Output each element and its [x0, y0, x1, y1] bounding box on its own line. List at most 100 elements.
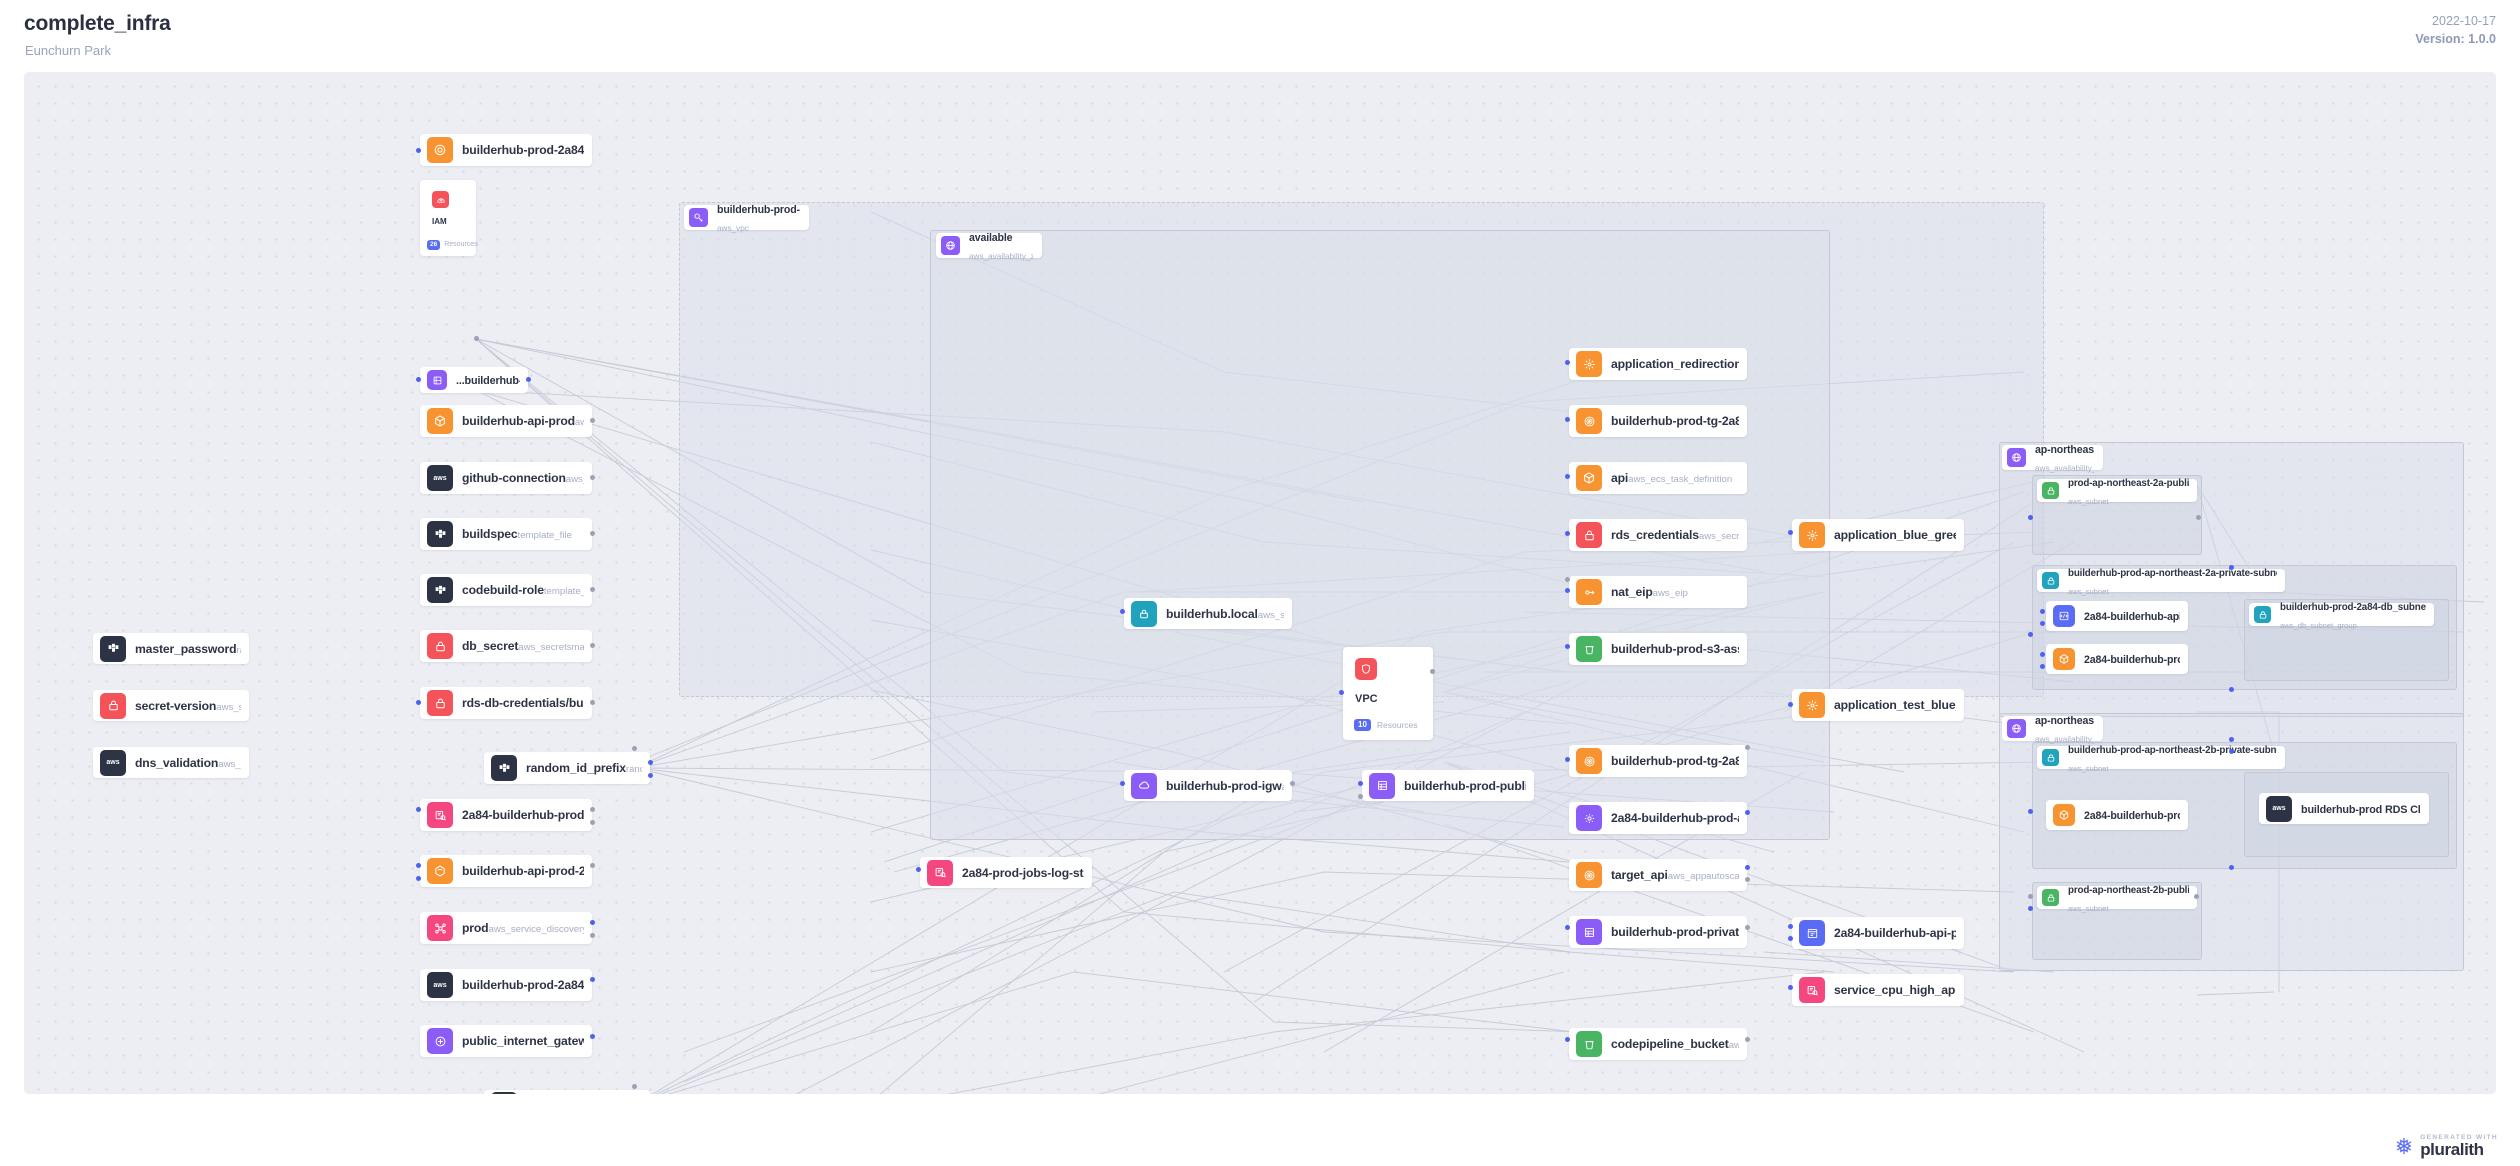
node-alb-listener-blue-green[interactable]: application_blue_greenaws_alb_listener [1792, 519, 1964, 551]
edge-port[interactable] [1745, 877, 1750, 882]
edge-port[interactable] [1430, 669, 1435, 674]
edge-port[interactable] [1120, 781, 1125, 786]
edge-port[interactable] [590, 587, 595, 592]
edge-port[interactable] [916, 867, 921, 872]
edge-port[interactable] [1120, 609, 1125, 614]
edge-port[interactable] [2028, 515, 2033, 520]
edge-port[interactable] [1358, 794, 1363, 799]
edge-port[interactable] [590, 863, 595, 868]
group-chip-ap-northeast-2a[interactable]: ap-northeast-2a aws_availability_zone [2002, 445, 2103, 470]
node-db-secret[interactable]: db_secretaws_secretsmanager_secret_versi… [420, 630, 592, 662]
node-buildspec[interactable]: buildspectemplate_file [420, 518, 592, 550]
edge-port[interactable] [1788, 702, 1793, 707]
node-github-connection[interactable]: aws github-connectionaws_codestarconnect… [420, 462, 592, 494]
edge-port[interactable] [2229, 687, 2234, 692]
node-ecs-cluster[interactable]: builderhub-api-prodaws_ecs_cluster [420, 405, 592, 437]
node-appautoscaling-target[interactable]: target_apiaws_appautoscaling_target [1569, 859, 1747, 891]
node-alb[interactable]: aws builderhub-prod-2a84-al...aws_alb [420, 969, 592, 1001]
edge-port[interactable] [1565, 417, 1570, 422]
edge-port[interactable] [590, 1034, 595, 1039]
node-alb-listener-test-blue-green[interactable]: application_test_blue_g...aws_alb_listen… [1792, 689, 1964, 721]
node-rds-cluster-parameter-group[interactable]: builderhub-prod-2a84-rd...aws_rds_cluste… [420, 134, 592, 166]
edge-port[interactable] [590, 933, 595, 938]
edge-port[interactable] [1788, 530, 1793, 535]
group-chip-ap-northeast-2b[interactable]: ap-northeast-2b aws_availability_zone [2002, 716, 2103, 741]
edge-port[interactable] [2194, 894, 2199, 899]
edge-port[interactable] [1745, 925, 1750, 930]
edge-port[interactable] [416, 876, 421, 881]
edge-port[interactable] [416, 807, 421, 812]
node-public-route-table[interactable]: builderhub-prod-public-...aws_route_tabl… [1362, 770, 1534, 801]
node-internet-gateway[interactable]: builderhub-prod-igwaws_internet_gateway [1124, 770, 1292, 801]
group-chip-db-subnet-group[interactable]: builderhub-prod-2a84-db_subnet_group aws… [2249, 603, 2434, 626]
edge-port[interactable] [1565, 474, 1570, 479]
edge-port[interactable] [526, 377, 531, 382]
node-rds-credentials[interactable]: rds_credentialsaws_secretsmanager_secret… [1569, 519, 1747, 551]
edge-port[interactable] [1745, 745, 1750, 750]
group-chip-2b-private-subnet[interactable]: builderhub-prod-ap-northeast-2b-private-… [2037, 746, 2285, 769]
edge-port[interactable] [2229, 565, 2234, 570]
node-public-internet-gateway-route[interactable]: public_internet_gatewayaws_route [420, 1025, 592, 1057]
edge-port[interactable] [648, 760, 653, 765]
node-secret-version[interactable]: secret-versionaws_secretsmanager_secret_… [93, 690, 249, 721]
group-chip-available[interactable]: available aws_availability_zones [936, 233, 1042, 258]
node-rds-db-credentials[interactable]: rds-db-credentials/buil...aws_secretsman… [420, 687, 592, 719]
node-cloudwatch-log-group[interactable]: 2a84-builderhub-prodaws_cloudwatch_log_g… [420, 799, 592, 831]
edge-port[interactable] [590, 418, 595, 423]
node-rds-cluster[interactable]: aws builderhub-prod RDS Clu...aws_rds_cl… [2259, 793, 2429, 824]
node-nat-gateway[interactable]: ...builderhub-nataws_nat_gateway [420, 367, 528, 393]
edge-port[interactable] [590, 977, 595, 982]
edge-port[interactable] [416, 863, 421, 868]
edge-port[interactable] [2028, 632, 2033, 637]
edge-port[interactable] [1565, 925, 1570, 930]
edge-port[interactable] [1788, 985, 1793, 990]
edge-port[interactable] [1565, 577, 1570, 582]
node-codedeploy-app[interactable]: 2a84-builderhub-prod-ap...aws_codedeploy… [1569, 802, 1747, 834]
edge-port[interactable] [1745, 810, 1750, 815]
summary-card-iam[interactable]: IAM 26 Resources [420, 180, 476, 256]
node-dns-validation[interactable]: aws dns_validationaws_acm_certificate_va… [93, 747, 249, 778]
node-codepipeline[interactable]: 2a84-builderhub-api-pip...aws_codepipeli… [1792, 917, 1964, 949]
node-random-id-prefix[interactable]: random_id_prefixrandom_id [484, 752, 650, 784]
edge-port[interactable] [2040, 609, 2045, 614]
edge-port[interactable] [2028, 894, 2033, 899]
edge-port[interactable] [1565, 360, 1570, 365]
edge-port[interactable] [2040, 664, 2045, 669]
node-master-password[interactable]: master_passwordrandom_password [93, 633, 249, 664]
edge-port[interactable] [2040, 652, 2045, 657]
node-s3-bucket-assets[interactable]: builderhub-prod-s3-asse...aws_s3_bucket [1569, 633, 1747, 665]
edge-port[interactable] [1565, 588, 1570, 593]
node-ecs-task-definition[interactable]: apiaws_ecs_task_definition [1569, 462, 1747, 494]
edge-port[interactable] [2229, 737, 2234, 742]
edge-port[interactable] [416, 377, 421, 382]
node-cloudwatch-log-stream[interactable]: 2a84-prod-jobs-log-stre...aws_cloudwatch… [920, 857, 1092, 888]
edge-port[interactable] [1745, 865, 1750, 870]
edge-port[interactable] [1339, 690, 1344, 695]
edge-port[interactable] [2028, 906, 2033, 911]
node-ecs-service-2b[interactable]: 2a84-builderhub-prod-ap...aws_ecs_servic… [2046, 800, 2188, 830]
node-service-discovery-service[interactable]: prodaws_service_discovery_service [420, 912, 592, 944]
edge-port[interactable] [2040, 621, 2045, 626]
edge-port[interactable] [2229, 749, 2234, 754]
edge-port[interactable] [1565, 1037, 1570, 1042]
node-alb-target-group-2[interactable]: builderhub-prod-tg-2a84...aws_alb_target… [1569, 745, 1747, 777]
edge-port[interactable] [416, 700, 421, 705]
edge-port[interactable] [416, 148, 421, 153]
edge-port[interactable] [1290, 781, 1295, 786]
node-alb-target-group-1[interactable]: builderhub-prod-tg-2a84...aws_alb_target… [1569, 405, 1747, 437]
node-service-discovery-private-dns[interactable]: builderhub.localaws_service_discovery_pr… [1124, 598, 1292, 629]
edge-port[interactable] [2229, 865, 2234, 870]
diagram-canvas[interactable]: builderhub-prod-vpc aws_vpc available aw… [24, 72, 2496, 1094]
edge-port[interactable] [474, 336, 479, 341]
edge-port[interactable] [590, 531, 595, 536]
node-codebuild-project[interactable]: 2a84-builderhub-api-cod...aws_codebuild_… [2046, 601, 2188, 631]
edge-port[interactable] [2196, 515, 2201, 520]
node-ecs-service-2a[interactable]: 2a84-builderhub-prod-ap...aws_ecs_servic… [2046, 644, 2188, 674]
edge-port[interactable] [1565, 644, 1570, 649]
group-chip-2a-private-subnet[interactable]: builderhub-prod-ap-northeast-2a-private-… [2037, 569, 2285, 592]
edge-port[interactable] [1745, 1037, 1750, 1042]
edge-port[interactable] [1788, 924, 1793, 929]
group-chip-2a-public-subnet[interactable]: prod-ap-northeast-2a-public-su... aws_su… [2037, 479, 2197, 502]
edge-port[interactable] [1358, 781, 1363, 786]
edge-port[interactable] [1788, 936, 1793, 941]
